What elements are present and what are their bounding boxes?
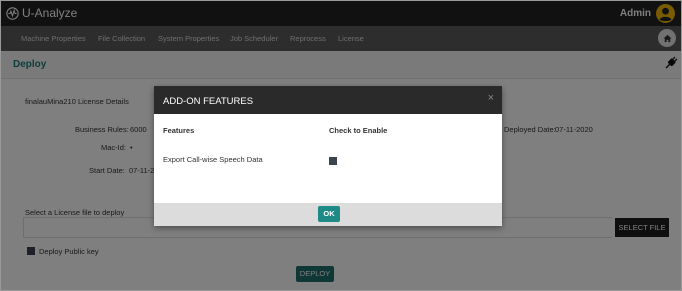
- enable-column-header: Check to Enable: [329, 126, 388, 135]
- ok-button[interactable]: OK: [318, 206, 340, 222]
- app-window: U-Analyze Admin Machine Properties File …: [0, 0, 682, 291]
- features-column-header: Features: [163, 126, 195, 135]
- feature-label: Export Call-wise Speech Data: [163, 155, 263, 164]
- add-on-features-modal: ADD-ON FEATURES × Features Check to Enab…: [154, 86, 502, 226]
- modal-title: ADD-ON FEATURES: [163, 96, 254, 107]
- modal-header: ADD-ON FEATURES ×: [154, 86, 502, 114]
- feature-enable-checkbox[interactable]: [329, 157, 337, 165]
- close-icon[interactable]: ×: [488, 92, 494, 104]
